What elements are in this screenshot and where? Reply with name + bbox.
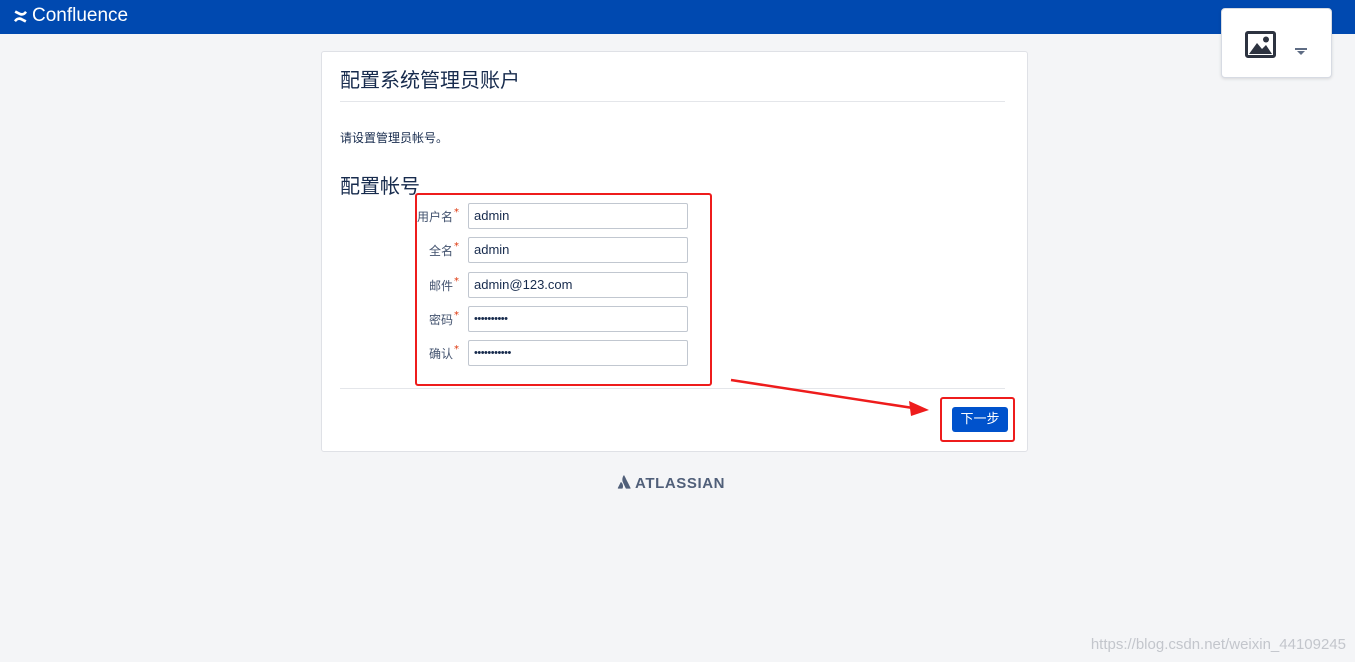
image-icon[interactable] xyxy=(1245,31,1276,62)
title-divider xyxy=(340,101,1005,102)
section-title: 配置帐号 xyxy=(340,174,420,198)
confluence-brand[interactable]: Confluence xyxy=(13,6,128,26)
intro-text: 请设置管理员帐号。 xyxy=(340,131,449,145)
caret-down-icon[interactable] xyxy=(1295,41,1307,60)
top-header: Confluence xyxy=(0,0,1355,34)
atlassian-logo[interactable]: ATLASSIAN xyxy=(617,474,725,493)
annotation-box-form xyxy=(415,193,712,386)
page-title: 配置系统管理员账户 xyxy=(340,68,520,92)
watermark-text: https://blog.csdn.net/weixin_44109245 xyxy=(1090,636,1346,653)
annotation-box-button xyxy=(940,397,1015,442)
atlassian-logo-icon xyxy=(617,474,631,493)
image-widget[interactable] xyxy=(1221,8,1332,78)
app-name: Confluence xyxy=(32,5,129,26)
footer-divider xyxy=(340,388,1005,389)
atlassian-logo-text: ATLASSIAN xyxy=(635,474,726,492)
confluence-logo-icon xyxy=(13,9,28,24)
